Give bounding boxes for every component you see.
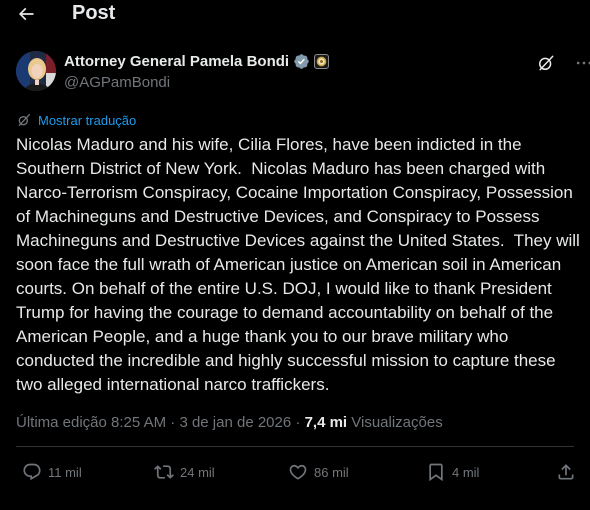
top-bar: Post xyxy=(0,0,590,30)
display-name-row: Attorney General Pamela Bondi xyxy=(64,53,330,70)
meta-separator: · xyxy=(295,414,301,431)
divider xyxy=(16,446,574,447)
post-author: Attorney General Pamela Bondi @AGPamBond… xyxy=(16,51,590,95)
repost-icon xyxy=(154,462,174,482)
post-meta: Última edição 8:25 AM · 3 de jan de 2026… xyxy=(16,414,443,431)
show-translation-link[interactable]: Mostrar tradução xyxy=(16,112,136,128)
heart-icon xyxy=(288,462,308,482)
edited-label[interactable]: Última edição xyxy=(16,414,107,431)
meta-separator: · xyxy=(170,414,176,431)
share-icon xyxy=(556,462,576,482)
repost-count: 24 mil xyxy=(180,464,215,480)
bookmark-icon xyxy=(426,462,446,482)
reply-button[interactable]: 11 mil xyxy=(22,462,82,482)
more-options-button[interactable] xyxy=(574,53,590,73)
affiliate-seal-icon[interactable] xyxy=(314,54,330,69)
show-translation-label: Mostrar tradução xyxy=(38,112,137,128)
bookmark-button[interactable]: 4 mil xyxy=(426,462,479,482)
arrow-left-icon xyxy=(16,4,36,24)
like-count: 86 mil xyxy=(314,464,349,480)
reply-count: 11 mil xyxy=(48,464,82,480)
display-name[interactable]: Attorney General Pamela Bondi xyxy=(64,53,289,70)
translate-icon xyxy=(16,112,32,128)
views-count: 7,4 mi xyxy=(304,414,348,431)
grok-button[interactable] xyxy=(536,53,556,73)
post-text: Nicolas Maduro and his wife, Cilia Flore… xyxy=(16,135,585,394)
repost-button[interactable]: 24 mil xyxy=(154,462,215,482)
avatar[interactable] xyxy=(16,51,56,91)
post-date[interactable]: 3 de jan de 2026 xyxy=(179,414,291,431)
share-button[interactable] xyxy=(556,462,576,482)
action-bar: 11 mil 24 mil 86 mil 4 mil xyxy=(0,462,590,486)
back-button[interactable] xyxy=(14,2,38,26)
views-label: Visualizações xyxy=(351,414,443,431)
bookmark-count: 4 mil xyxy=(452,464,480,480)
reply-icon xyxy=(22,462,42,482)
verified-badge-icon[interactable] xyxy=(293,53,310,70)
grok-icon xyxy=(536,53,556,73)
post-time[interactable]: 8:25 AM xyxy=(111,414,166,431)
user-handle[interactable]: @AGPamBondi xyxy=(64,74,170,91)
like-button[interactable]: 86 mil xyxy=(288,462,349,482)
more-icon xyxy=(574,53,590,73)
page-title: Post xyxy=(72,2,116,24)
